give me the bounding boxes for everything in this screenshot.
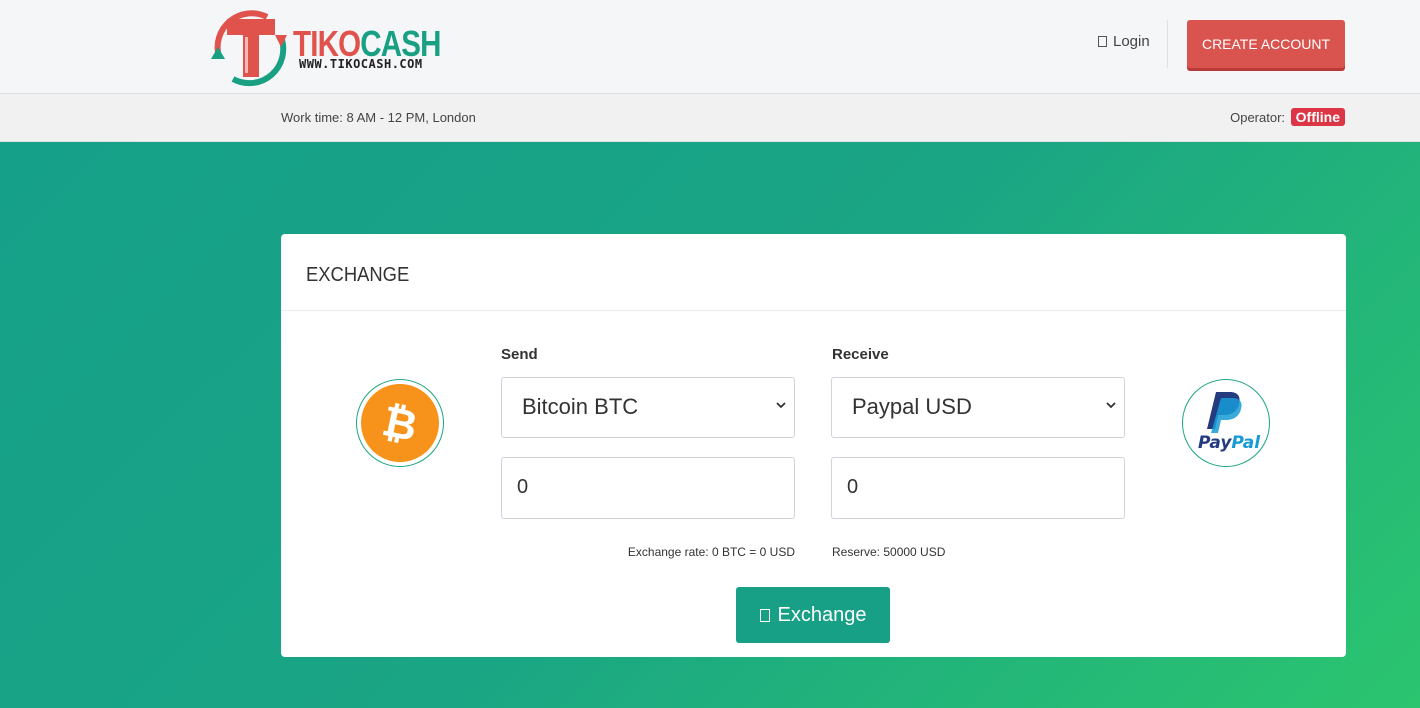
svg-text:PayPal: PayPal (1198, 433, 1261, 453)
bitcoin-icon: ₿ (361, 384, 439, 462)
receive-currency-value: Paypal USD (852, 394, 972, 419)
receive-amount-input[interactable]: 0 (831, 457, 1125, 519)
work-time-text: Work time: 8 AM - 12 PM, London (281, 110, 476, 125)
chevron-down-icon (776, 402, 786, 409)
logo-url: WWW.TIKOCASH.COM (299, 57, 423, 71)
login-label: Login (1113, 33, 1150, 50)
card-divider (281, 310, 1346, 311)
operator-status: Operator: Offline (1230, 108, 1345, 126)
exchange-title: EXCHANGE (306, 264, 410, 286)
logo-emblem-icon (211, 10, 287, 87)
login-icon (1098, 36, 1107, 47)
exchange-button[interactable]: Exchange (736, 587, 890, 643)
paypal-logo: PayPal (1182, 379, 1270, 467)
send-label: Send (501, 346, 538, 363)
paypal-text-pal: Pal (1231, 433, 1261, 453)
receive-currency-select[interactable]: Paypal USD (831, 377, 1125, 438)
exchange-rate-text: Exchange rate: 0 BTC = 0 USD (627, 545, 795, 559)
send-currency-value: Bitcoin BTC (522, 394, 639, 419)
operator-label: Operator: (1230, 110, 1286, 125)
exchange-icon (759, 608, 770, 622)
send-amount-input[interactable]: 0 (501, 457, 795, 519)
tikocash-logo[interactable]: TIKOCASH WWW.TIKOCASH.COM (205, 7, 441, 87)
exchange-card: EXCHANGE ₿ Send Receive Bitcoin BTC Payp… (281, 234, 1346, 657)
login-link[interactable]: Login (1098, 33, 1150, 50)
send-currency-select[interactable]: Bitcoin BTC (501, 377, 795, 438)
header-divider (1167, 20, 1168, 68)
site-header: TIKOCASH WWW.TIKOCASH.COM Login CREATE A… (0, 0, 1420, 94)
paypal-icon: PayPal (1198, 392, 1261, 453)
paypal-text-pay: Pay (1198, 433, 1232, 453)
receive-label: Receive (832, 346, 889, 363)
info-bar: Work time: 8 AM - 12 PM, London Operator… (0, 94, 1420, 142)
bitcoin-logo: ₿ (356, 379, 444, 467)
create-account-button[interactable]: CREATE ACCOUNT (1187, 20, 1345, 68)
chevron-down-icon (1106, 402, 1116, 409)
exchange-button-label: Exchange (777, 603, 867, 626)
operator-offline-badge: Offline (1290, 108, 1345, 126)
reserve-text: Reserve: 50000 USD (832, 545, 946, 559)
